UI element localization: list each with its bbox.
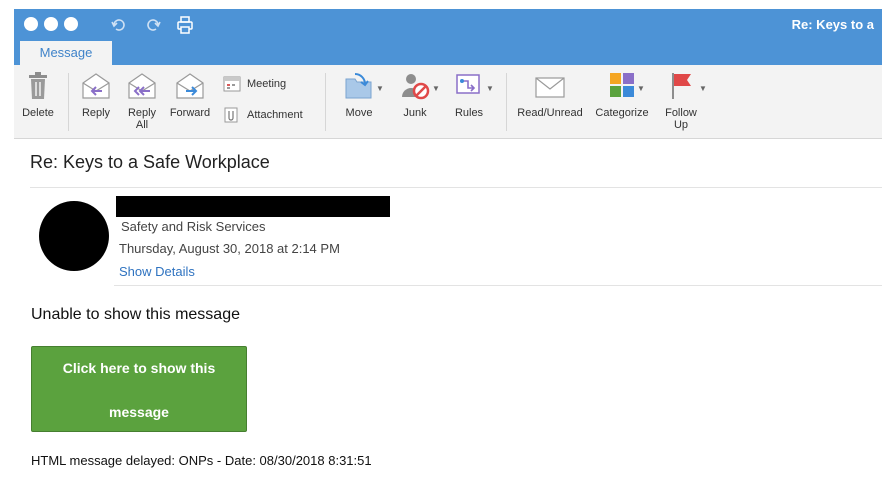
message-subject: Re: Keys to a Safe Workplace: [30, 152, 270, 172]
forward-icon: [176, 73, 204, 99]
paperclip-icon: [224, 107, 238, 123]
move-folder-icon: [345, 73, 372, 99]
junk-button[interactable]: Junk: [394, 71, 436, 119]
delete-button[interactable]: Delete: [18, 71, 58, 119]
ribbon-separator: [506, 73, 507, 131]
flag-icon: [672, 73, 691, 99]
minimize-window-button[interactable]: [44, 17, 58, 31]
show-message-button-line2: message: [109, 404, 169, 420]
divider: [30, 187, 882, 188]
tab-message[interactable]: Message: [20, 41, 112, 65]
print-icon[interactable]: [176, 16, 194, 34]
divider: [114, 285, 882, 286]
reply-all-button[interactable]: Reply All: [122, 71, 162, 131]
follow-up-button[interactable]: Follow Up: [659, 71, 703, 131]
sender-organization: Safety and Risk Services: [121, 219, 266, 234]
categorize-icon: [610, 73, 634, 97]
junk-dropdown-icon[interactable]: ▼: [432, 84, 440, 93]
window-title: Re: Keys to a: [791, 17, 874, 32]
reply-icon: [82, 73, 110, 99]
junk-icon: [402, 74, 430, 100]
sender-name-redacted: [116, 196, 390, 217]
follow-up-dropdown-icon[interactable]: ▼: [699, 84, 707, 93]
read-unread-button[interactable]: Read/Unread: [514, 71, 586, 119]
show-message-button[interactable]: Click here to show this message: [31, 346, 247, 432]
redo-icon[interactable]: [144, 16, 162, 34]
message-date: Thursday, August 30, 2018 at 2:14 PM: [119, 241, 340, 256]
trash-icon: [29, 72, 47, 99]
reply-all-icon: [128, 73, 156, 99]
show-message-button-line1: Click here to show this: [62, 360, 216, 376]
rules-icon: [456, 74, 480, 94]
calendar-icon: [223, 76, 241, 92]
ribbon-separator: [68, 73, 69, 131]
rules-dropdown-icon[interactable]: ▼: [486, 84, 494, 93]
avatar: [39, 201, 109, 271]
delayed-notice: HTML message delayed: ONPs - Date: 08/30…: [31, 453, 372, 468]
ribbon-toolbar: Delete Reply Reply All Forward Meeting A…: [14, 65, 882, 139]
categorize-button[interactable]: Categorize: [590, 71, 654, 119]
rules-button[interactable]: Rules: [448, 71, 490, 119]
attachment-button[interactable]: Attachment: [223, 106, 303, 124]
move-dropdown-icon[interactable]: ▼: [376, 84, 384, 93]
ribbon-tab-strip: Message: [14, 41, 882, 65]
undo-icon[interactable]: [110, 16, 128, 34]
move-button[interactable]: Move: [338, 71, 380, 119]
zoom-window-button[interactable]: [64, 17, 78, 31]
forward-button[interactable]: Forward: [166, 71, 214, 119]
unable-to-show-text: Unable to show this message: [31, 306, 240, 323]
reply-button[interactable]: Reply: [76, 71, 116, 119]
envelope-icon: [535, 77, 565, 98]
show-details-link[interactable]: Show Details: [119, 264, 195, 279]
meeting-button[interactable]: Meeting: [223, 76, 286, 92]
categorize-dropdown-icon[interactable]: ▼: [637, 84, 645, 93]
close-window-button[interactable]: [24, 17, 38, 31]
ribbon-separator: [325, 73, 326, 131]
window-titlebar: Re: Keys to a: [14, 9, 882, 41]
